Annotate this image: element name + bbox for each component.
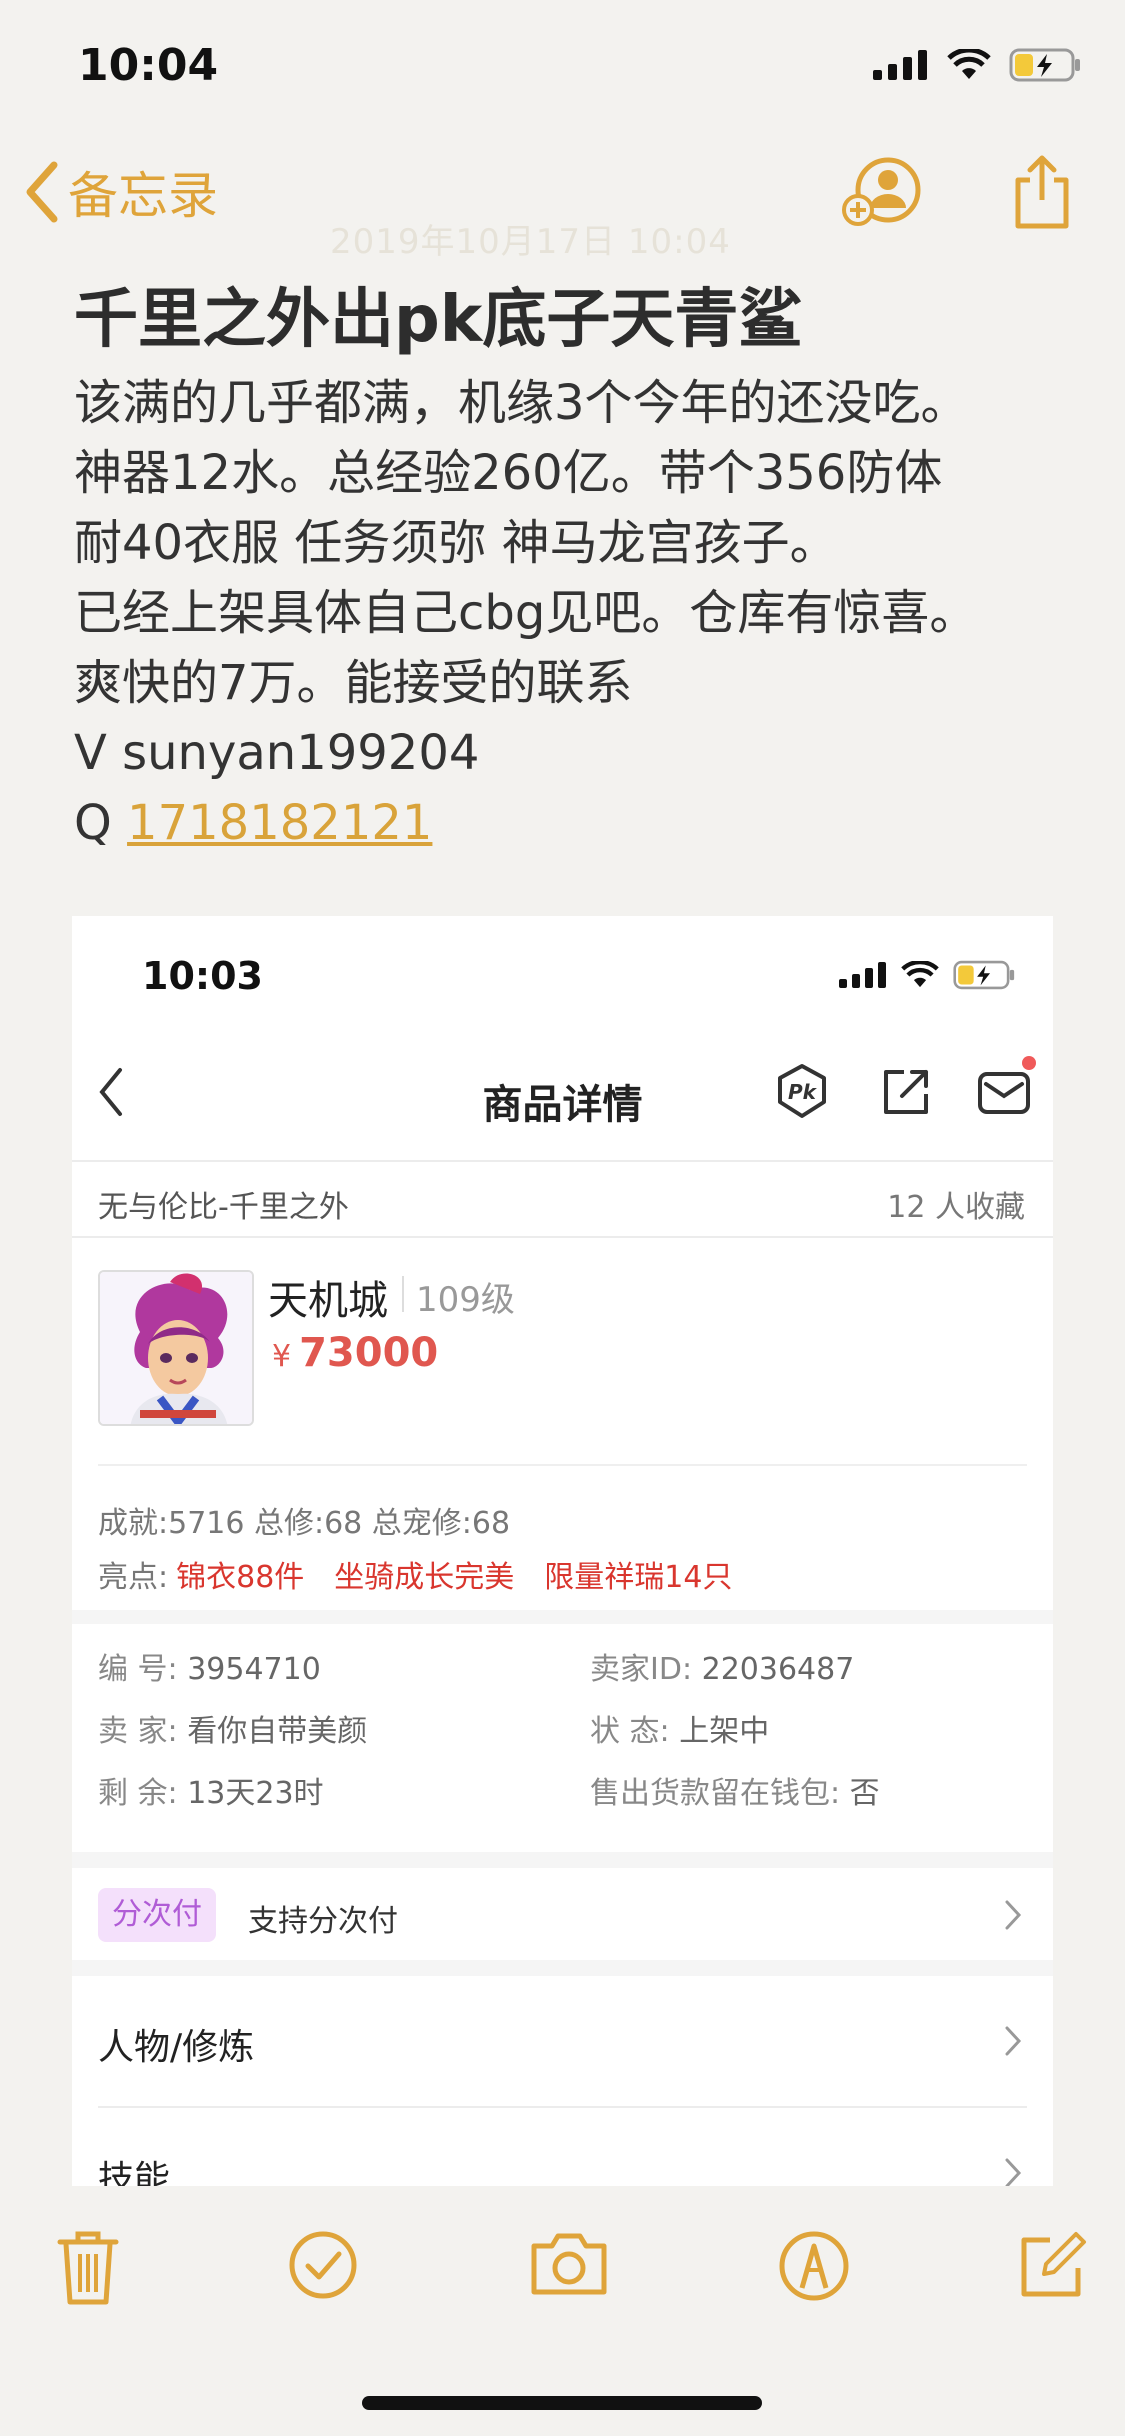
phone-number-link[interactable]: 1718182121 bbox=[127, 795, 432, 851]
info-wallet: 售出货款留在钱包: 否 bbox=[590, 1768, 880, 1812]
installment-tag: 分次付 bbox=[98, 1888, 216, 1942]
chevron-right-icon bbox=[1005, 1900, 1022, 1930]
info-seller: 卖 家: 看你自带美颜 bbox=[98, 1706, 367, 1750]
battery-charging-icon bbox=[1009, 48, 1080, 82]
server-row: 无与伦比-千里之外 12 人收藏 bbox=[72, 1162, 1053, 1238]
price: ¥73000 bbox=[272, 1330, 438, 1376]
info-seller-id: 卖家ID: 22036487 bbox=[590, 1644, 854, 1688]
pk-icon[interactable]: Pk bbox=[774, 1062, 830, 1126]
embedded-status-time: 10:03 bbox=[142, 954, 263, 998]
signal-icon bbox=[839, 962, 886, 988]
battery-charging-icon bbox=[953, 960, 1015, 990]
info-remaining-value: 13天23时 bbox=[187, 1776, 324, 1811]
note-line: 已经上架具体自己cbg见吧。仓库有惊喜。 bbox=[74, 585, 978, 641]
highlight-item: 坐骑成长完美 bbox=[334, 1560, 515, 1595]
server-name: 无与伦比-千里之外 bbox=[98, 1190, 349, 1225]
embedded-status-bar: 10:03 bbox=[72, 916, 1053, 1034]
markup-pen-icon[interactable] bbox=[778, 2230, 850, 2306]
info-status-key: 状 态: bbox=[590, 1714, 670, 1749]
divider bbox=[98, 1464, 1027, 1466]
svg-text:Pk: Pk bbox=[788, 1080, 818, 1104]
note-line: 耐40衣服 任务须弥 神马龙宫孩子。 bbox=[74, 515, 838, 571]
embedded-header: 商品详情 Pk bbox=[72, 1034, 1053, 1162]
signal-icon bbox=[873, 50, 927, 80]
external-link-icon[interactable] bbox=[878, 1062, 934, 1126]
note-line: 该满的几乎都满，机缘3个今年的还没吃。 bbox=[74, 375, 969, 431]
favorite-count: 12 人收藏 bbox=[887, 1190, 1025, 1225]
checklist-icon[interactable] bbox=[288, 2230, 358, 2304]
camera-icon[interactable] bbox=[530, 2230, 608, 2300]
price-value: 73000 bbox=[299, 1330, 439, 1376]
notes-toolbar bbox=[0, 2220, 1125, 2330]
share-icon[interactable] bbox=[1012, 154, 1072, 234]
status-time: 10:04 bbox=[78, 40, 219, 91]
info-status-value: 上架中 bbox=[679, 1714, 770, 1749]
info-remaining: 剩 余: 13天23时 bbox=[98, 1768, 324, 1812]
role-level: 109级 bbox=[416, 1280, 515, 1320]
info-seller-id-value: 22036487 bbox=[701, 1652, 855, 1687]
divider bbox=[402, 1276, 404, 1312]
compose-icon[interactable] bbox=[1018, 2230, 1088, 2304]
note-date: 2019年10月17日 10:04 bbox=[330, 222, 731, 262]
chevron-right-icon bbox=[1005, 2026, 1022, 2056]
wifi-icon bbox=[901, 961, 939, 988]
info-seller-id-key: 卖家ID: bbox=[590, 1652, 693, 1687]
home-indicator[interactable] bbox=[362, 2396, 762, 2410]
message-icon[interactable] bbox=[974, 1056, 1036, 1126]
info-id-key: 编 号: bbox=[98, 1652, 178, 1687]
role-name: 天机城 bbox=[268, 1278, 388, 1324]
info-status: 状 态: 上架中 bbox=[590, 1706, 769, 1750]
info-id: 编 号: 3954710 bbox=[98, 1644, 321, 1688]
menu-item-label: 技能 bbox=[98, 2159, 171, 2186]
chevron-right-icon bbox=[1005, 2158, 1022, 2186]
menu-item-label: 人物/修炼 bbox=[98, 2027, 255, 2068]
item-card[interactable]: 天机城 109级 ¥73000 bbox=[72, 1238, 1053, 1498]
stats-block: 成就:5716 总修:68 总宠修:68 亮点: 锦衣88件 坐骑成长完美 限量… bbox=[72, 1498, 1053, 1610]
installment-text: 支持分次付 bbox=[248, 1904, 398, 1939]
notes-nav-bar: 备忘录 2019年10月17日 10:04 bbox=[0, 150, 1125, 262]
note-line: 爽快的7万。能接受的联系 bbox=[74, 655, 633, 711]
character-avatar bbox=[98, 1270, 254, 1426]
back-label: 备忘录 bbox=[68, 167, 218, 225]
info-id-value: 3954710 bbox=[187, 1652, 321, 1687]
currency-symbol: ¥ bbox=[272, 1339, 292, 1374]
info-block: 编 号: 3954710 卖家ID: 22036487 卖 家: 看你自带美颜 … bbox=[72, 1624, 1053, 1852]
status-icons bbox=[873, 48, 1081, 82]
highlights: 亮点: 锦衣88件 坐骑成长完美 限量祥瑞14只 bbox=[98, 1552, 732, 1596]
menu-item-skills[interactable]: 技能 bbox=[72, 2108, 1053, 2186]
q-prefix: Q bbox=[74, 795, 128, 851]
note-line: 神器12水。总经验260亿。带个356防体 bbox=[74, 445, 943, 501]
info-wallet-value: 否 bbox=[849, 1776, 880, 1811]
status-bar: 10:04 bbox=[0, 0, 1125, 130]
info-remaining-key: 剩 余: bbox=[98, 1776, 178, 1811]
highlights-label: 亮点: bbox=[98, 1560, 169, 1595]
menu-item-character[interactable]: 人物/修炼 bbox=[72, 1976, 1053, 2106]
info-wallet-key: 售出货款留在钱包: bbox=[590, 1776, 841, 1811]
stats-line: 成就:5716 总修:68 总宠修:68 bbox=[98, 1506, 511, 1541]
trash-icon[interactable] bbox=[56, 2230, 120, 2310]
detail-menu: 人物/修炼 技能 bbox=[72, 1976, 1053, 2186]
note-line-q: Q 1718182121 bbox=[74, 788, 1074, 858]
embedded-screenshot[interactable]: 10:03 商品详情 Pk 无与伦比-千里之外 12 人收藏 天机城 109级 … bbox=[72, 916, 1053, 2186]
chevron-left-icon bbox=[26, 161, 58, 223]
note-line: V sunyan199204 bbox=[74, 725, 480, 781]
back-button[interactable]: 备忘录 bbox=[24, 156, 218, 228]
add-person-icon[interactable] bbox=[842, 156, 924, 232]
note-title: 千里之外出pk底子天青鲨 bbox=[74, 283, 803, 357]
installment-row[interactable]: 分次付 支持分次付 bbox=[72, 1868, 1053, 1960]
notification-dot bbox=[1022, 1056, 1036, 1070]
info-seller-value: 看你自带美颜 bbox=[187, 1714, 368, 1749]
highlight-item: 锦衣88件 bbox=[176, 1560, 305, 1595]
info-seller-key: 卖 家: bbox=[98, 1714, 178, 1749]
highlight-item: 限量祥瑞14只 bbox=[544, 1560, 733, 1595]
wifi-icon bbox=[947, 49, 991, 79]
embedded-status-icons bbox=[839, 960, 1015, 990]
note-body[interactable]: 千里之外出pk底子天青鲨 该满的几乎都满，机缘3个今年的还没吃。 神器12水。总… bbox=[74, 282, 1074, 858]
